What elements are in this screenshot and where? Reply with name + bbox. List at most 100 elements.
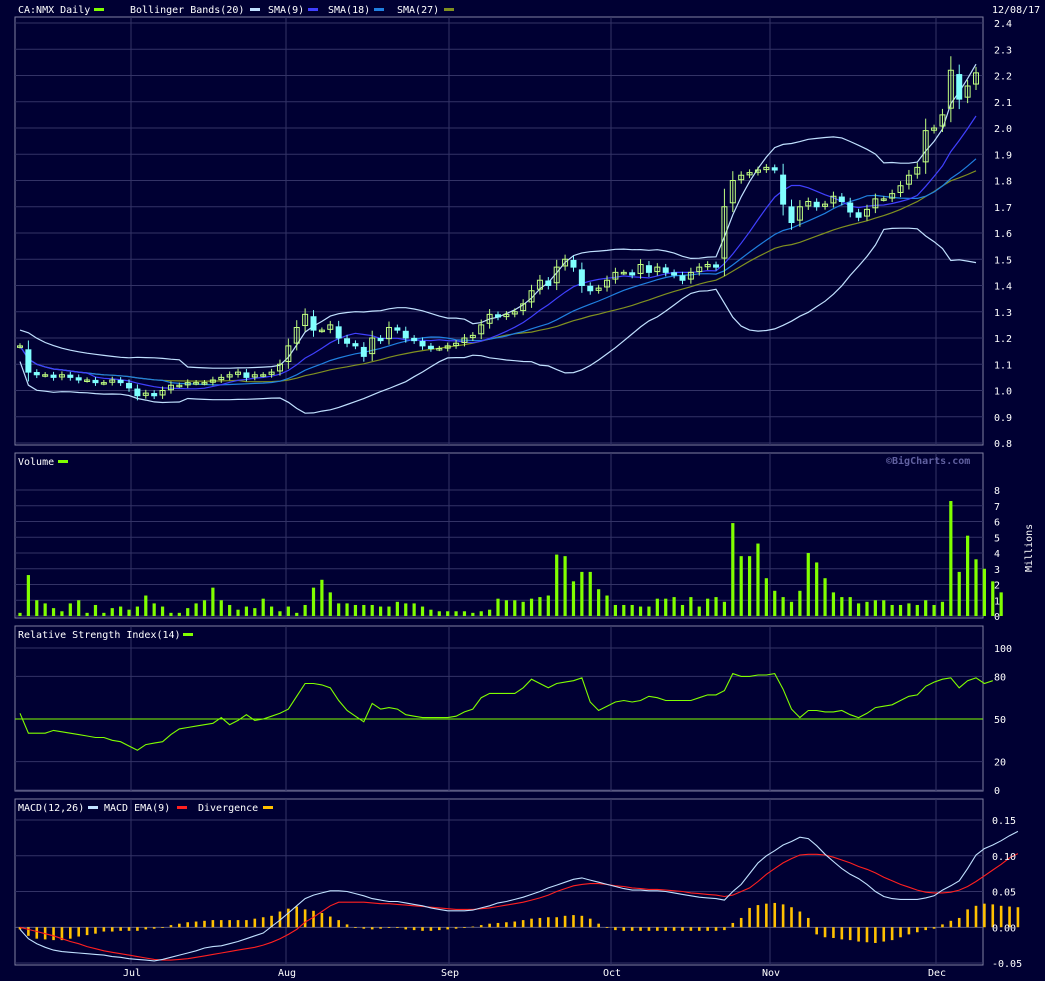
sma9-label: SMA(9)	[268, 5, 304, 16]
volume-bar	[773, 590, 777, 616]
divergence-bar	[69, 927, 72, 939]
price-tick-label: 1.2	[994, 334, 1012, 345]
divergence-bar	[219, 920, 223, 928]
divergence-bar	[605, 927, 609, 928]
price-tick-label: 1.0	[994, 387, 1012, 398]
candle-body	[788, 206, 795, 224]
divergence-bar	[957, 917, 961, 928]
divergence-bar	[765, 903, 768, 928]
candle-body	[25, 349, 32, 373]
candle-body	[662, 267, 669, 273]
volume-bar	[169, 612, 173, 616]
symbol-label: CA:NMX Daily	[18, 5, 90, 16]
divergence-bar	[345, 924, 349, 928]
volume-tick-label: 0	[994, 612, 1000, 623]
volume-bar	[454, 611, 458, 616]
divergence-bar	[479, 925, 483, 928]
divergence-bar	[781, 904, 785, 928]
volume-bar	[798, 590, 802, 616]
volume-bar	[462, 611, 467, 616]
divergence-bar	[572, 915, 575, 928]
candle-body	[126, 382, 133, 389]
volume-bar	[714, 597, 718, 616]
volume-bar	[471, 612, 475, 616]
divergence-bar	[404, 927, 408, 930]
divergence-bar	[312, 910, 315, 928]
volume-unit-label: Millions	[1024, 524, 1035, 572]
divergence-bar	[169, 925, 173, 928]
price-tick-label: 2.2	[994, 72, 1012, 83]
divergence-bar	[320, 912, 324, 928]
divergence-bar	[370, 927, 374, 930]
macd-panel	[14, 798, 984, 966]
divergence-bar	[513, 921, 517, 928]
volume-bar	[68, 603, 72, 616]
candle-body	[771, 167, 778, 171]
stock-chart: Jul Aug Sep Oct Nov Dec 0.8 0.9 1.0 1.1 1.2 1.3 1.4 1…	[0, 0, 1045, 981]
divergence-bar	[1016, 907, 1020, 928]
volume-label: Volume	[18, 457, 54, 468]
volume-bar	[328, 592, 332, 616]
volume-bar	[915, 604, 919, 616]
candle-body	[578, 269, 585, 287]
volume-bar	[85, 612, 89, 616]
volume-bar	[35, 600, 39, 616]
volume-bar	[907, 603, 911, 616]
sma27-legend-swatch	[444, 8, 454, 11]
volume-bar	[144, 595, 148, 616]
macd-ema-legend-swatch	[177, 806, 187, 809]
volume-bar	[622, 604, 626, 616]
x-tick-label: Jul	[123, 968, 141, 979]
rsi-panel	[14, 625, 984, 792]
price-tick-label: 1.6	[994, 229, 1012, 240]
divergence-bar	[454, 927, 458, 929]
volume-bar	[680, 604, 685, 616]
divergence-bar	[915, 927, 919, 933]
price-tick-label: 1.7	[994, 203, 1012, 214]
volume-tick-label: 2	[994, 581, 1000, 592]
divergence-bar	[689, 927, 693, 931]
divergence-bar	[186, 922, 190, 928]
divergence-bar	[94, 927, 97, 934]
candle-body	[671, 272, 678, 276]
rsi-tick-label: 20	[994, 758, 1006, 769]
volume-bar	[488, 609, 492, 616]
divergence-bar	[630, 927, 634, 931]
divergence-bar	[739, 917, 743, 928]
volume-bar	[529, 598, 534, 616]
divergence-bar	[840, 927, 844, 940]
price-tick-label: 1.5	[994, 255, 1012, 266]
divergence-label: Divergence	[198, 803, 258, 814]
volume-bar	[378, 606, 383, 616]
rsi-tick-label: 0	[994, 786, 1000, 797]
volume-bar	[362, 604, 366, 616]
price-tick-label: 2.4	[994, 19, 1012, 30]
divergence-bar	[697, 927, 701, 931]
macd-tick-label: 0.00	[992, 923, 1016, 934]
bigcharts-watermark: ©BigCharts.com	[886, 455, 970, 467]
price-tick-label: 0.9	[994, 413, 1012, 424]
volume-bar	[722, 601, 727, 616]
divergence-bar	[505, 922, 508, 928]
volume-bar	[412, 603, 416, 616]
volume-tick-label: 3	[994, 565, 1000, 576]
volume-bar	[303, 604, 307, 616]
divergence-bar	[823, 927, 827, 938]
symbol-legend-swatch	[94, 8, 104, 11]
bollinger-legend-swatch	[250, 8, 260, 11]
candle-body	[310, 316, 317, 331]
divergence-bar	[614, 927, 617, 931]
rsi-tick-label: 100	[994, 644, 1012, 655]
divergence-legend-swatch	[263, 806, 273, 809]
volume-bar	[815, 562, 819, 616]
candle-body	[847, 202, 854, 213]
volume-bar	[504, 600, 508, 616]
divergence-bar	[848, 927, 852, 941]
volume-bar	[446, 611, 450, 616]
volume-tick-label: 8	[994, 486, 1000, 497]
divergence-bar	[874, 927, 877, 943]
volume-bar	[957, 571, 961, 616]
volume-bar	[244, 606, 249, 616]
candle-body	[33, 372, 40, 376]
divergence-bar	[714, 927, 718, 931]
